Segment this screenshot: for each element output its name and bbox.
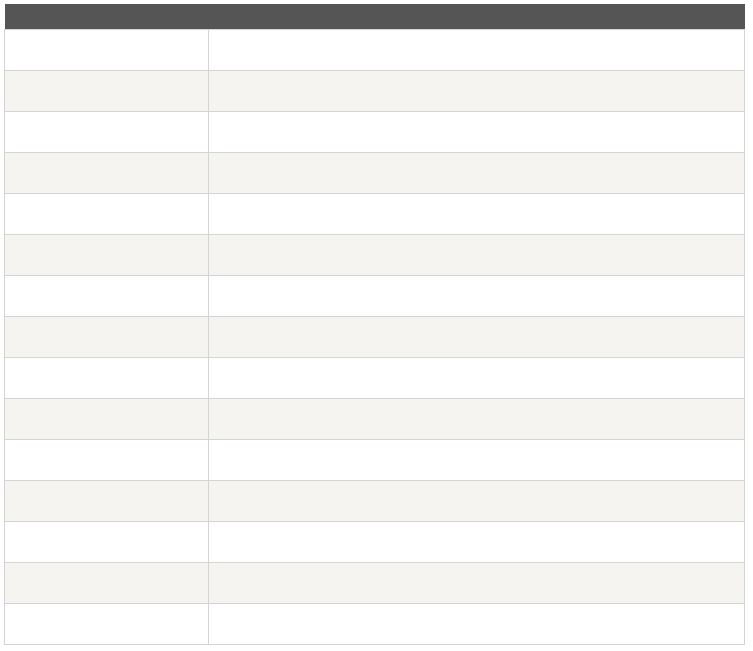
function-cell	[4, 29, 209, 71]
table-row	[4, 316, 745, 358]
table-row	[4, 234, 745, 276]
function-cell	[4, 398, 209, 440]
function-cell	[4, 111, 209, 153]
description-cell	[208, 275, 745, 317]
description-cell	[208, 603, 745, 645]
description-cell	[208, 234, 745, 276]
table-row	[4, 70, 745, 112]
table-row	[4, 439, 745, 481]
table-row	[4, 562, 745, 604]
header-row	[4, 4, 745, 30]
table-header	[4, 4, 745, 30]
description-cell	[208, 70, 745, 112]
function-table	[4, 4, 745, 645]
function-cell	[4, 439, 209, 481]
table-row	[4, 398, 745, 440]
function-cell	[4, 357, 209, 399]
table-body	[4, 29, 745, 645]
description-cell	[208, 480, 745, 522]
table-row	[4, 480, 745, 522]
table-row	[4, 29, 745, 71]
table-row	[4, 152, 745, 194]
column-header-function	[4, 4, 209, 30]
description-cell	[208, 562, 745, 604]
table-row	[4, 521, 745, 563]
table-row	[4, 603, 745, 645]
description-cell	[208, 316, 745, 358]
description-cell	[208, 398, 745, 440]
description-cell	[208, 193, 745, 235]
description-cell	[208, 357, 745, 399]
function-cell	[4, 603, 209, 645]
function-cell	[4, 562, 209, 604]
table-row	[4, 111, 745, 153]
table-row	[4, 193, 745, 235]
description-cell	[208, 521, 745, 563]
function-cell	[4, 275, 209, 317]
table-row	[4, 275, 745, 317]
function-cell	[4, 193, 209, 235]
function-cell	[4, 152, 209, 194]
function-cell	[4, 480, 209, 522]
description-cell	[208, 29, 745, 71]
function-cell	[4, 316, 209, 358]
function-cell	[4, 70, 209, 112]
function-cell	[4, 521, 209, 563]
table-row	[4, 357, 745, 399]
description-cell	[208, 111, 745, 153]
function-cell	[4, 234, 209, 276]
description-cell	[208, 152, 745, 194]
description-cell	[208, 439, 745, 481]
column-header-description	[208, 4, 745, 30]
